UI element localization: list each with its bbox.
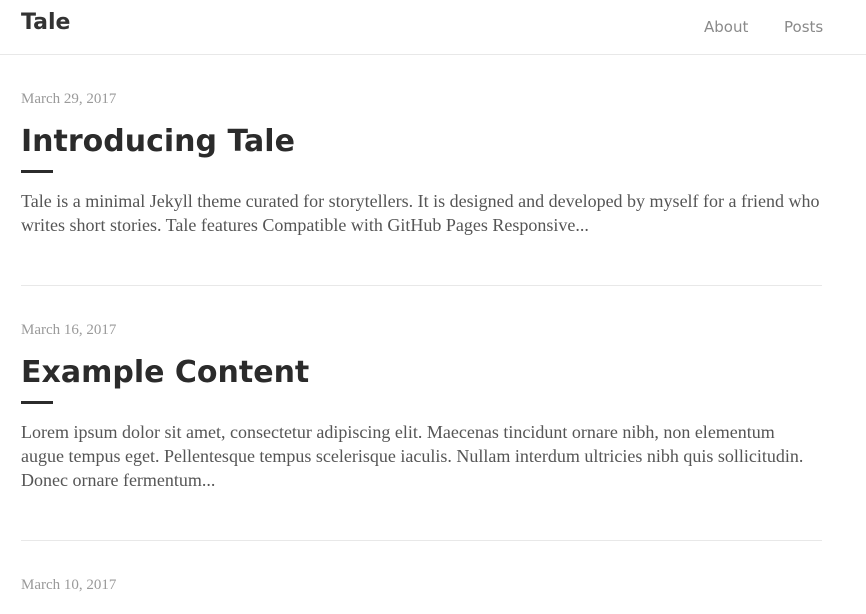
title-underline — [21, 170, 53, 173]
nav-link-about[interactable]: About — [704, 18, 748, 36]
post-divider — [21, 540, 822, 541]
site-title-link[interactable]: Tale — [21, 10, 70, 35]
post-excerpt: Tale is a minimal Jekyll theme curated f… — [21, 191, 820, 235]
post-excerpt: Lorem ipsum dolor sit amet, consectetur … — [21, 422, 804, 490]
post-date: March 16, 2017 — [21, 322, 117, 338]
post-date: March 29, 2017 — [21, 91, 117, 107]
post-title-link[interactable]: Introducing Tale — [21, 124, 295, 160]
post-divider — [21, 285, 822, 286]
title-underline — [21, 401, 53, 404]
post-title-link[interactable]: Example Content — [21, 355, 309, 391]
nav-link-posts[interactable]: Posts — [784, 18, 823, 36]
post-date: March 10, 2017 — [21, 577, 117, 593]
site-header: Tale About Posts — [0, 0, 866, 55]
